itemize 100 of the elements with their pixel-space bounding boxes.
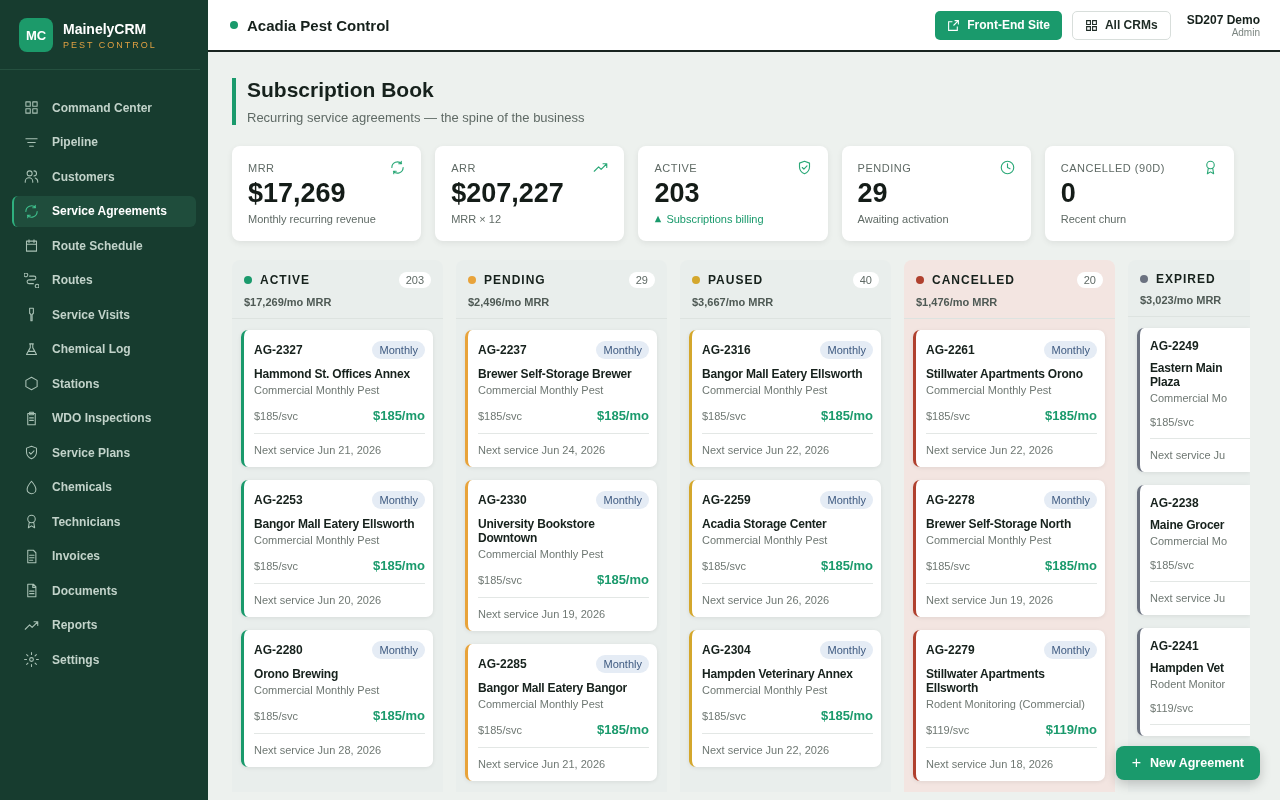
service-price: $185/svc (478, 723, 523, 736)
service-price: $185/svc (702, 409, 747, 422)
service-price: $185/svc (254, 559, 299, 572)
customer-name: University Bookstore Downtown (478, 517, 596, 545)
monthly-price: $119/mo (1045, 722, 1097, 737)
column-title: EXPIRED (1156, 272, 1217, 286)
page-title: Subscription Book (247, 78, 435, 102)
agreement-id: AG-2237 (478, 343, 527, 357)
agreement-id: AG-2327 (254, 343, 303, 357)
sidebar-item[interactable]: Invoices (12, 540, 196, 572)
agreement-card[interactable]: AG-2249 Eastern Main Plaza Commercial Mo $185/svc Next service Ju (1137, 328, 1250, 472)
calendar-icon (24, 238, 39, 253)
front-end-site-button[interactable]: Front-End Site (935, 10, 1062, 40)
agreement-id: AG-2280 (254, 643, 303, 657)
service-price: $185/svc (254, 709, 299, 722)
service-price: $119/svc (1150, 702, 1194, 714)
sidebar-item[interactable]: Routes (12, 264, 196, 296)
agreement-id: AG-2253 (254, 493, 303, 507)
plan-name: Commercial Monthly Pest (702, 684, 829, 696)
monthly-price: $185/mo (596, 408, 649, 423)
customer-name: Brewer Self-Storage North (926, 517, 1073, 531)
column-title: ACTIVE (260, 273, 311, 287)
sidebar-item[interactable]: Chemical Log (12, 333, 196, 365)
sidebar-item[interactable]: Pipeline (12, 126, 196, 158)
customer-name: Stillwater Apartments Orono (926, 367, 1084, 381)
sidebar-item[interactable]: Reports (12, 609, 196, 641)
agreement-card[interactable]: AG-2278 Monthly Brewer Self-Storage North Commercial Monthly Pest $185/svc $185/mo Next service Jun 19, 2026 (913, 480, 1105, 617)
refresh-icon (24, 203, 39, 219)
agreement-id: AG-2241 (1150, 639, 1199, 653)
customer-name: Maine Grocer (1150, 518, 1226, 532)
customer-name: Eastern Main Plaza (1150, 361, 1224, 389)
service-price: $185/svc (1150, 416, 1195, 428)
plan-name: Commercial Monthly Pest (478, 548, 605, 560)
count-badge: 203 (398, 272, 431, 288)
agreement-card[interactable]: AG-2279 Monthly Stillwater Apartments Ellsworth Rodent Monitoring (Commercial) $119/svc $119/mo Next service Jun 18, 2026 (913, 630, 1105, 781)
agreement-card[interactable]: AG-2304 Monthly Hampden Veterinary Annex Commercial Monthly Pest $185/svc $185/mo Next service Jun 22, 2026 (689, 630, 881, 767)
plan-name: Commercial Monthly Pest (254, 534, 381, 546)
customer-name: Hampden Vet (1150, 661, 1225, 675)
next-service: Next service Ju (1150, 449, 1227, 461)
agreement-card[interactable]: AG-2316 Monthly Bangor Mall Eatery Ellsworth Commercial Monthly Pest $185/svc $185/mo Next service Jun 22, 2026 (689, 330, 881, 467)
count-badge: 20 (1076, 272, 1103, 288)
sidebar-item[interactable]: Technicians (12, 506, 196, 537)
sidebar-item[interactable]: Chemicals (12, 471, 196, 503)
frequency-tag: Monthly (596, 491, 649, 509)
sidebar-item[interactable]: WDO Inspections (12, 402, 196, 434)
customer-name: Acadia Storage Center (702, 517, 828, 531)
frequency-tag: Monthly (1044, 491, 1097, 509)
customer-name: Bangor Mall Eatery Ellsworth (254, 517, 416, 531)
stat-label: ARR (451, 161, 476, 174)
frequency-tag: Monthly (596, 341, 649, 359)
next-service: Next service Jun 26, 2026 (702, 594, 831, 606)
plan-name: Commercial Monthly Pest (926, 384, 1053, 396)
sidebar-item[interactable]: Settings (12, 644, 196, 675)
plan-name: Commercial Monthly Pest (254, 384, 381, 396)
all-crms-button[interactable]: All CRMs (1071, 10, 1171, 40)
column-mrr: $1,476/mo MRR (916, 296, 999, 308)
brand-name: MainelyCRM (63, 20, 148, 37)
agreement-card[interactable]: AG-2241 Hampden Vet Rodent Monitor $119/svc (1137, 628, 1250, 736)
agreement-card[interactable]: AG-2253 Monthly Bangor Mall Eatery Ellsworth Commercial Monthly Pest $185/svc $185/mo Next service Jun 20, 2026 (241, 480, 433, 617)
agreement-card[interactable]: AG-2261 Monthly Stillwater Apartments Orono Commercial Monthly Pest $185/svc $185/mo Next service Jun 22, 2026 (913, 330, 1105, 467)
frequency-tag: Monthly (820, 341, 873, 359)
new-agreement-button[interactable]: + New Agreement (1115, 746, 1260, 780)
frequency-tag: Monthly (820, 491, 873, 509)
stat-note: Subscriptions billing (666, 213, 764, 225)
sidebar-item[interactable]: Route Schedule (12, 230, 196, 261)
column-mrr: $17,269/mo MRR (244, 296, 333, 308)
stat-value: $17,269 (248, 178, 347, 209)
agreement-card[interactable]: AG-2259 Monthly Acadia Storage Center Commercial Monthly Pest $185/svc $185/mo Next service Jun 26, 2026 (689, 480, 881, 617)
column-mrr: $3,667/mo MRR (692, 296, 775, 308)
sidebar-item[interactable]: Command Center (12, 92, 196, 123)
sidebar-item[interactable]: Documents (12, 575, 196, 606)
next-service: Next service Jun 18, 2026 (926, 758, 1055, 770)
route-icon (24, 272, 39, 288)
sidebar-item[interactable]: Service Visits (12, 299, 196, 330)
count-badge: 40 (852, 272, 879, 288)
shield-icon (24, 445, 39, 460)
service-price: $119/svc (926, 723, 970, 736)
agreement-card[interactable]: AG-2237 Monthly Brewer Self-Storage Brewer Commercial Monthly Pest $185/svc $185/mo Next service Jun 24, 2026 (465, 330, 657, 467)
sidebar-item[interactable]: Service Agreements (12, 195, 196, 227)
sidebar-item[interactable]: Stations (12, 368, 196, 399)
agreement-id: AG-2259 (702, 493, 751, 507)
agreement-card[interactable]: AG-2327 Monthly Hammond St. Offices Annex Commercial Monthly Pest $185/svc $185/mo Next service Jun 21, 2026 (241, 330, 433, 467)
agreement-card[interactable]: AG-2280 Monthly Orono Brewing Commercial Monthly Pest $185/svc $185/mo Next service Jun 28, 2026 (241, 630, 433, 767)
agreement-id: AG-2285 (478, 657, 527, 671)
column-title: PAUSED (708, 273, 765, 287)
stat-label: CANCELLED (90D) (1060, 161, 1165, 174)
next-service: Next service Jun 19, 2026 (478, 608, 607, 620)
shield-icon (796, 160, 812, 175)
stat-label: MRR (248, 161, 275, 174)
service-price: $185/svc (702, 559, 747, 572)
agreement-card[interactable]: AG-2285 Monthly Bangor Mall Eatery Bangor Commercial Monthly Pest $185/svc $185/mo Next service Jun 21, 2026 (465, 644, 657, 781)
stat-value: 0 (1060, 178, 1077, 209)
sidebar-item[interactable]: Service Plans (12, 437, 196, 468)
stat-value: 29 (857, 178, 889, 209)
sidebar-item[interactable]: Customers (12, 161, 196, 192)
stat-label: PENDING (857, 161, 912, 174)
next-service: Next service Jun 28, 2026 (254, 744, 383, 756)
agreement-card[interactable]: AG-2238 Maine Grocer Commercial Mo $185/svc Next service Ju (1137, 485, 1250, 615)
clock-icon (999, 160, 1015, 175)
agreement-card[interactable]: AG-2330 Monthly University Bookstore Downtown Commercial Monthly Pest $185/svc $185/mo Next service Jun 19, 2026 (465, 480, 657, 631)
